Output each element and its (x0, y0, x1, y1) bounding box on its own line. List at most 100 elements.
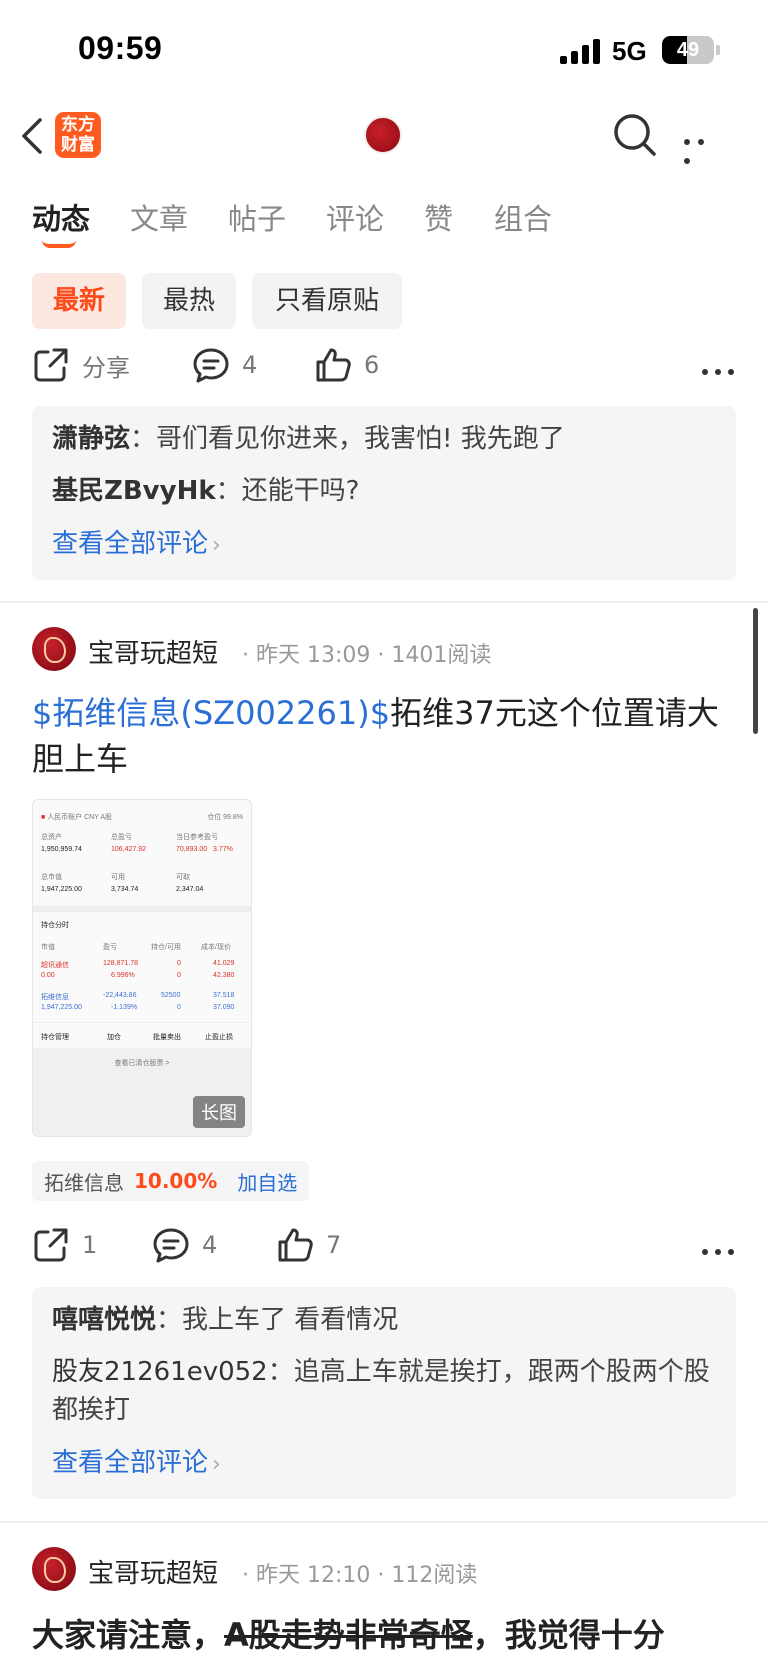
like-count: 6 (364, 351, 380, 379)
status-time: 09:59 (78, 30, 163, 66)
post2-header: 宝哥玩超短 · 昨天 13:09 · 1401阅读 (32, 627, 736, 675)
comment-item[interactable]: 潇静弦：哥们看见你进来，我害怕! 我先跑了 (52, 420, 716, 458)
comment-author[interactable]: 股友21261ev052 (52, 1357, 268, 1387)
post2-title[interactable]: $拓维信息(SZ002261)$拓维37元这个位置请大胆上车 (32, 690, 732, 782)
thumb-label: 总资产 (41, 834, 62, 841)
tab-portfolios[interactable]: 组合 (494, 196, 552, 238)
thumb-divider (33, 906, 251, 912)
share-button[interactable]: 1 (32, 1220, 97, 1270)
tab-likes[interactable]: 赞 (424, 196, 453, 238)
like-count: 7 (326, 1231, 342, 1259)
comment-button[interactable]: 4 (152, 1220, 217, 1270)
post-more-icon[interactable] (695, 360, 734, 375)
thumb-label: 可用 (111, 874, 125, 881)
thumb-cell: 41.029 (213, 960, 235, 967)
thumb-btn: 持仓管理 (41, 1034, 69, 1041)
comment-count: 4 (202, 1231, 218, 1259)
app-logo-line2: 财富 (61, 135, 95, 155)
comment-button[interactable]: 4 (192, 340, 257, 390)
thumb-btn: 批量卖出 (153, 1034, 181, 1041)
thumb-value: 1,947,225.00 (41, 886, 82, 893)
comment-author[interactable]: 嘻嘻悦悦 (52, 1305, 156, 1335)
post-reads: 112阅读 (391, 1563, 478, 1588)
filter-hottest[interactable]: 最热 (142, 273, 236, 329)
status-bar: 09:59 5G 49 (0, 0, 768, 100)
stock-change: 10.00% (134, 1169, 218, 1193)
post-image[interactable]: ■ 人民币账户 CNY A股 仓位 99.8% 总资产 总盈亏 当日参考盈亏 1… (32, 799, 252, 1137)
comment-text: 哥们看见你进来，我害怕! 我先跑了 (156, 424, 565, 454)
profile-avatar[interactable] (364, 116, 402, 154)
meta-dot: · (242, 643, 249, 668)
stock-link[interactable]: $拓维信息(SZ002261)$ (32, 694, 390, 732)
chevron-right-icon: › (212, 1452, 221, 1477)
thumb-btn: 止盈止损 (205, 1034, 233, 1041)
thumb-label: 总市值 (41, 874, 62, 881)
filter-original-only[interactable]: 只看原贴 (252, 273, 402, 329)
stock-tag[interactable]: 拓维信息 10.00% 加自选 (32, 1161, 310, 1201)
battery-level: 49 (676, 39, 700, 61)
search-icon[interactable] (612, 112, 658, 158)
active-tab-indicator (42, 240, 76, 248)
comment-item[interactable]: 嘻嘻悦悦：我上车了 看看情况 (52, 1301, 716, 1339)
thumb-divider (33, 1022, 251, 1023)
comment-author[interactable]: 基民ZBvyHk (52, 476, 216, 506)
signal-icon (560, 38, 602, 64)
app-logo-line1: 东方 (61, 115, 95, 135)
like-button[interactable]: 7 (276, 1220, 341, 1270)
view-all-comments-link[interactable]: 查看全部评论 › (52, 524, 716, 566)
author-avatar[interactable] (32, 627, 76, 671)
thumb-value: 70,893.00 (176, 846, 208, 853)
tab-articles[interactable]: 文章 (130, 196, 188, 238)
thumb-cell: -1.139% (111, 1004, 138, 1011)
post-divider (0, 601, 768, 603)
thumb-col: 持仓/可用 (151, 944, 181, 951)
thumb-value: 2,347.04 (176, 886, 204, 893)
post1-action-row: 分享 4 6 (32, 340, 736, 390)
post2-comment-box: 嘻嘻悦悦：我上车了 看看情况 股友21261ev052：追高上车就是挨打，跟两个… (32, 1287, 736, 1499)
tab-comments[interactable]: 评论 (326, 196, 384, 238)
thumb-cell: 6.996% (111, 972, 135, 979)
long-image-badge: 长图 (193, 1096, 245, 1128)
comment-icon (193, 348, 229, 383)
add-watchlist-button[interactable]: 加自选 (237, 1167, 297, 1196)
scrollbar[interactable] (753, 608, 758, 734)
view-all-comments-link[interactable]: 查看全部评论 › (52, 1443, 716, 1485)
more-options-icon[interactable] (684, 130, 724, 164)
comment-item[interactable]: 股友21261ev052：追高上车就是挨打，跟两个股两个股都挨打 (52, 1353, 716, 1429)
comment-author[interactable]: 潇静弦 (52, 424, 130, 454)
author-name[interactable]: 宝哥玩超短 (88, 633, 218, 670)
post-time: 昨天 12:10 (256, 1563, 371, 1588)
thumb-col: 成本/现价 (201, 944, 231, 951)
author-avatar[interactable] (32, 1547, 76, 1591)
thumb-col: 盈亏 (103, 944, 117, 951)
comment-sep: ： (215, 476, 242, 506)
back-icon[interactable] (18, 116, 48, 156)
comment-text: 我上车了 看看情况 (182, 1305, 399, 1335)
thumb-cell: 0.00 (41, 972, 55, 979)
post-meta: · 昨天 12:10 · 112阅读 (242, 1557, 477, 1589)
chevron-right-icon: › (212, 533, 221, 558)
stock-name: 拓维信息 (44, 1170, 124, 1195)
author-name[interactable]: 宝哥玩超短 (88, 1553, 218, 1590)
app-logo[interactable]: 东方 财富 (55, 112, 101, 158)
thumb-cell: 超讯通信 (41, 962, 69, 969)
post3-header: 宝哥玩超短 · 昨天 12:10 · 112阅读 (32, 1547, 736, 1595)
comment-sep: ： (156, 1305, 183, 1335)
post-title-strike: A股走势非常奇怪 (224, 1616, 473, 1654)
thumb-label: 当日参考盈亏 (176, 834, 218, 841)
meta-dot: · (377, 643, 385, 668)
comment-item[interactable]: 基民ZBvyHk：还能干吗? (52, 472, 716, 510)
filter-latest[interactable]: 最新 (32, 273, 126, 329)
tab-posts[interactable]: 帖子 (228, 196, 286, 238)
thumb-cell: 1,947,225.00 (41, 1004, 82, 1011)
post-more-icon[interactable] (695, 1240, 734, 1255)
thumb-cell: 42.380 (213, 972, 235, 979)
comment-sep: ： (130, 424, 157, 454)
post3-title[interactable]: 大家请注意，A股走势非常奇怪，我觉得十分 (32, 1612, 736, 1658)
tab-dynamics[interactable]: 动态 (32, 196, 90, 238)
like-button[interactable]: 6 (314, 340, 379, 390)
view-all-label: 查看全部评论 (52, 1448, 209, 1478)
share-button[interactable]: 分享 (32, 340, 130, 390)
like-icon (316, 348, 351, 382)
thumb-cell: 37.518 (213, 992, 235, 999)
